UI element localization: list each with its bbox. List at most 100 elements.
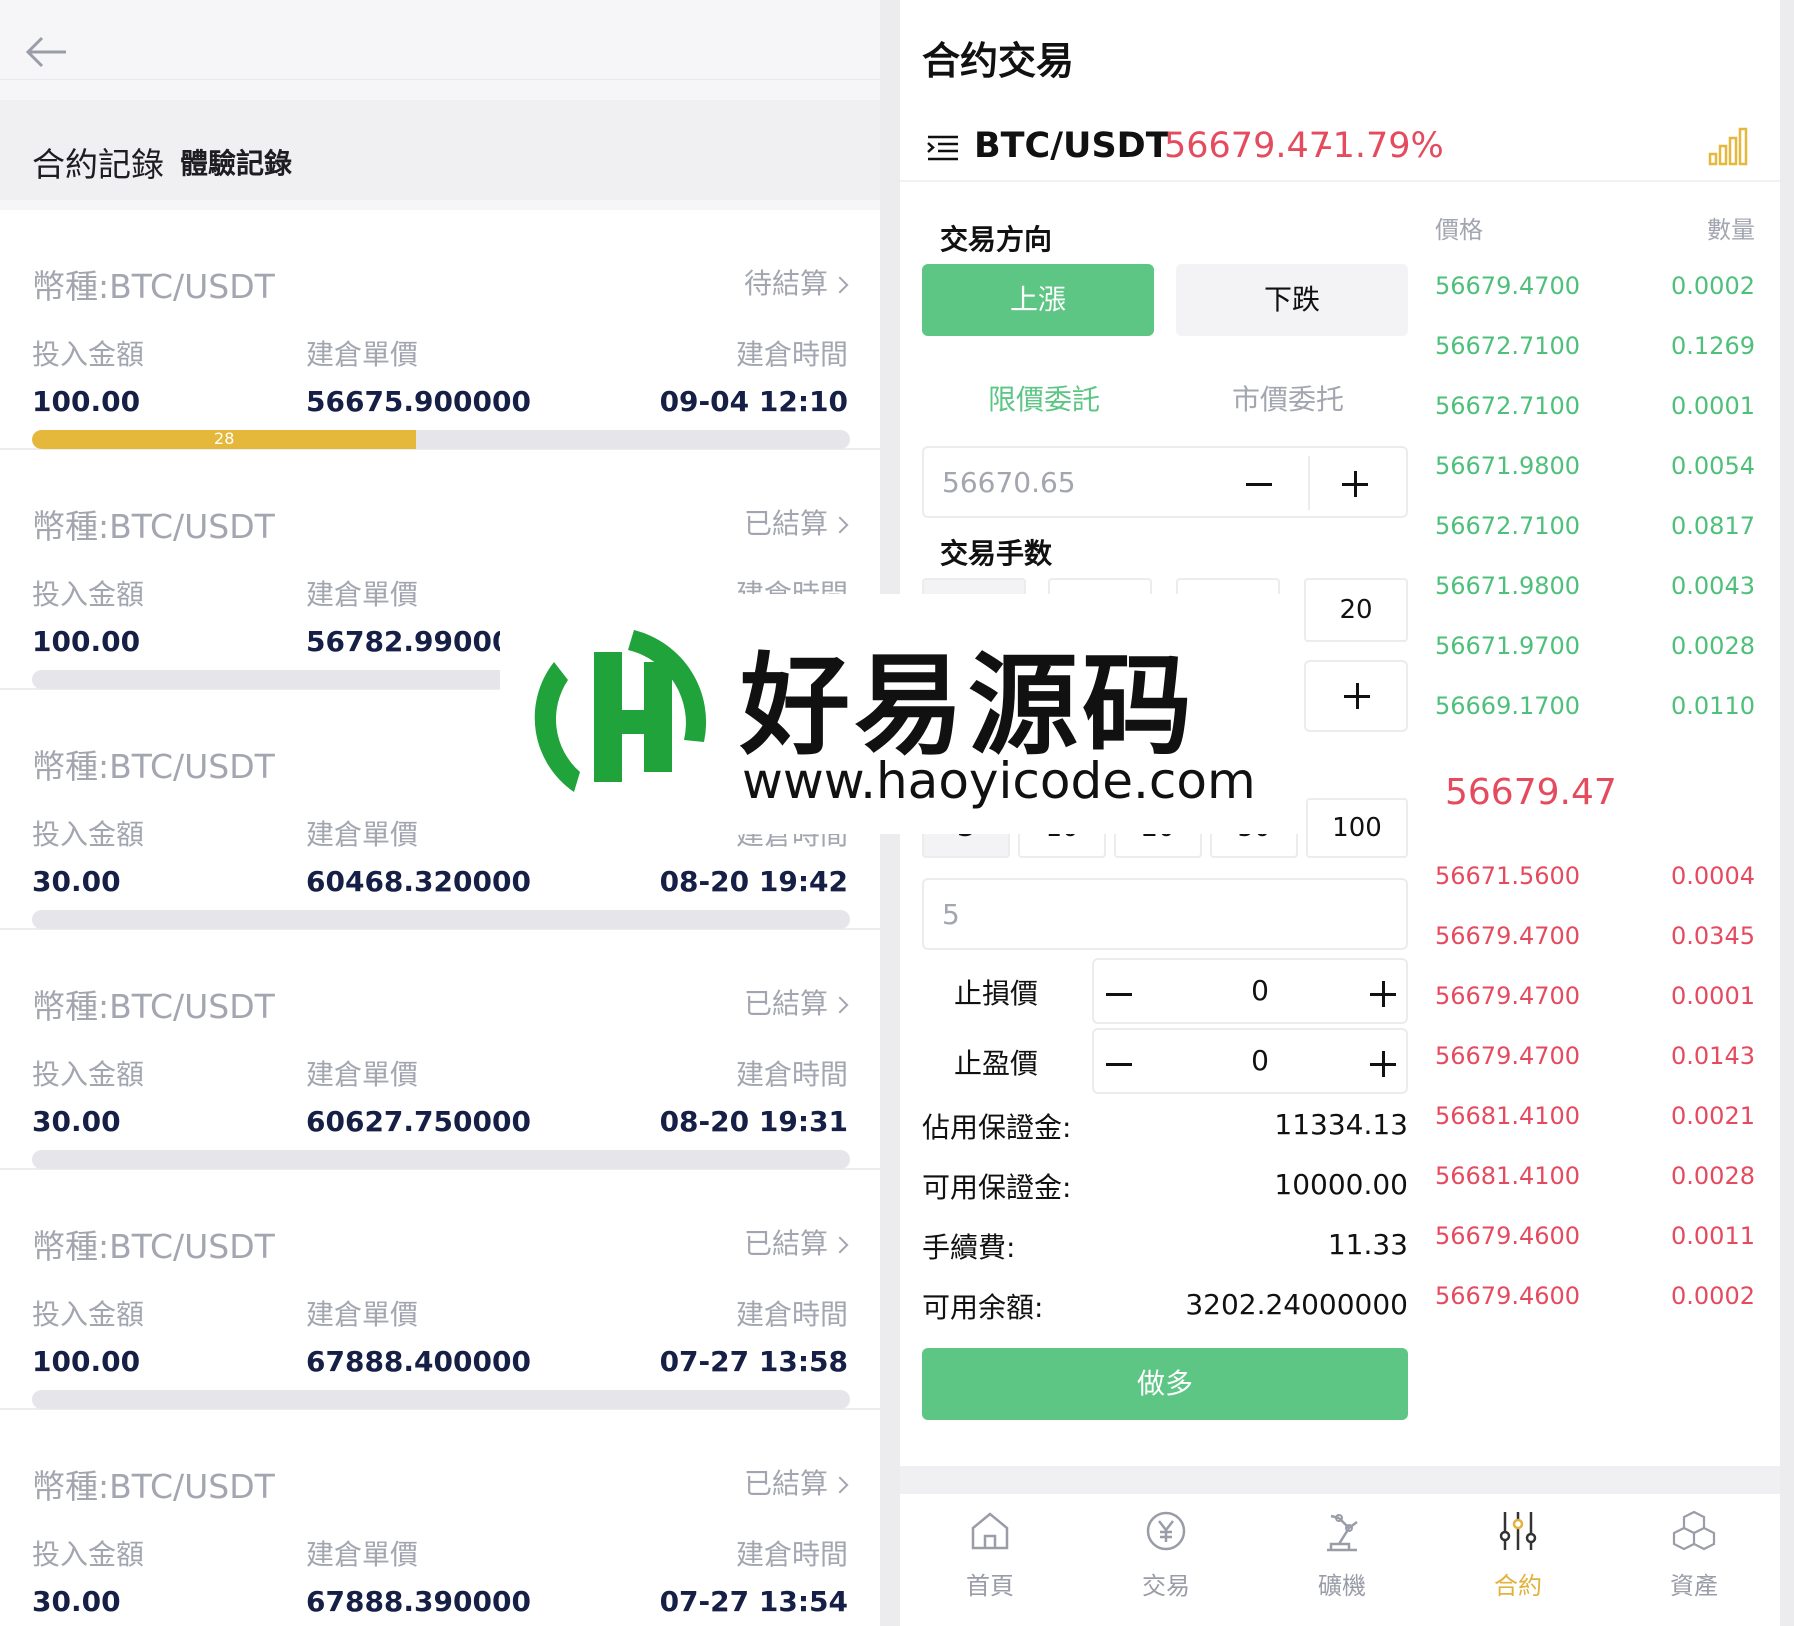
orderbook-ask-row[interactable]: 56681.4100 0.0021 xyxy=(1435,1102,1755,1142)
amount-value: 30.00 xyxy=(32,1585,121,1618)
haoyi-logo-icon xyxy=(534,630,707,792)
orderbook-bid-row[interactable]: 56671.9800 0.0043 xyxy=(1435,572,1755,612)
stop-loss-label: 止損價 xyxy=(954,977,1039,1010)
orderbook-bid-row[interactable]: 56669.1700 0.0110 xyxy=(1435,692,1755,732)
record-status[interactable]: 已結算 xyxy=(744,1462,849,1502)
record-status[interactable]: 待結算 xyxy=(744,262,849,302)
margin-used-value: 11334.13 xyxy=(1274,1108,1408,1141)
nav-divider xyxy=(900,1466,1780,1494)
price-input[interactable]: 56670.65 xyxy=(942,466,1076,499)
record-coin: 幣種:BTC/USDT xyxy=(32,747,275,786)
time-label: 建倉時間 xyxy=(735,1058,848,1091)
orderbook-bid-row[interactable]: 56671.9700 0.0028 xyxy=(1435,632,1755,672)
record-coin: 幣種:BTC/USDT xyxy=(32,1467,275,1506)
amount-value: 30.00 xyxy=(32,865,121,898)
orderbook-bid-row[interactable]: 56672.7100 0.1269 xyxy=(1435,332,1755,372)
record-card[interactable]: 幣種:BTC/USDT 已結算 投入金額 建倉單價 建倉時間 30.00 678… xyxy=(0,1410,880,1626)
orderbook-bid-row[interactable]: 56671.9800 0.0054 xyxy=(1435,452,1755,492)
orderbook-ask-row[interactable]: 56681.4100 0.0028 xyxy=(1435,1162,1755,1202)
take-profit-label: 止盈價 xyxy=(954,1047,1039,1080)
lots-input[interactable]: 5 xyxy=(942,898,960,931)
nav-trade[interactable]: 交易 xyxy=(1106,1508,1226,1601)
back-arrow-icon[interactable] xyxy=(24,34,68,70)
chevron-right-icon xyxy=(831,996,849,1014)
tab-contract-records[interactable]: 合約記錄 xyxy=(32,138,164,186)
margin-available-value: 10000.00 xyxy=(1274,1168,1408,1201)
watermark: 好易源码 www.haoyicode.com xyxy=(500,594,1300,834)
record-status[interactable]: 已結算 xyxy=(744,502,849,542)
price-stepper: 56670.65 xyxy=(922,446,1408,518)
nav-contract[interactable]: 合約 xyxy=(1458,1508,1578,1601)
time-label: 建倉時間 xyxy=(735,1538,848,1571)
record-card[interactable]: 幣種:BTC/USDT 待結算 投入金額 建倉單價 建倉時間 100.00 56… xyxy=(0,210,880,450)
pair-header: BTC/USDT 56679.47 -1.79% xyxy=(900,112,1780,182)
orderbook-bid-row[interactable]: 56672.7100 0.0817 xyxy=(1435,512,1755,552)
chevron-right-icon xyxy=(831,1476,849,1494)
tab-trial-records[interactable]: 體驗記錄 xyxy=(180,142,292,182)
record-coin: 幣種:BTC/USDT xyxy=(32,1227,275,1266)
minus-icon[interactable] xyxy=(1106,1063,1132,1066)
lots-plus-button[interactable] xyxy=(1304,660,1408,732)
amount-label: 投入金額 xyxy=(32,1538,145,1571)
yen-icon xyxy=(1146,1511,1186,1551)
record-card[interactable]: 幣種:BTC/USDT 已結算 投入金額 建倉單價 建倉時間 30.00 606… xyxy=(0,930,880,1170)
take-profit-value[interactable]: 0 xyxy=(1170,1044,1350,1077)
progress-bar xyxy=(32,910,850,929)
chevron-right-icon xyxy=(831,1236,849,1254)
sliders-icon xyxy=(1499,1512,1537,1550)
orderbook-bid-row[interactable]: 56679.4700 0.0002 xyxy=(1435,272,1755,312)
bottom-nav: 首頁 交易 礦機 合約 資產 xyxy=(900,1494,1780,1626)
nav-mining[interactable]: 礦機 xyxy=(1282,1508,1402,1601)
down-button[interactable]: 下跌 xyxy=(1176,264,1408,336)
chevron-right-icon xyxy=(831,276,849,294)
price-value: 67888.390000 xyxy=(306,1585,531,1618)
balance-label: 可用余額: xyxy=(922,1291,1044,1324)
price-label: 建倉單價 xyxy=(306,818,419,851)
minus-icon[interactable] xyxy=(1246,483,1272,486)
minus-icon[interactable] xyxy=(1106,993,1132,996)
time-value: 08-20 19:31 xyxy=(659,1105,848,1138)
left-top-bar xyxy=(0,0,880,80)
orderbook-ask-row[interactable]: 56679.4700 0.0143 xyxy=(1435,1042,1755,1082)
countdown-text: 28 xyxy=(214,430,235,448)
pair-symbol[interactable]: BTC/USDT xyxy=(974,126,1170,166)
bar-chart-icon[interactable] xyxy=(1708,126,1750,166)
stop-loss-value[interactable]: 0 xyxy=(1170,974,1350,1007)
nav-assets[interactable]: 資產 xyxy=(1634,1508,1754,1601)
go-long-button[interactable]: 做多 xyxy=(922,1348,1408,1420)
fee-label: 手續費: xyxy=(922,1231,1016,1264)
orderbook-bid-row[interactable]: 56672.7100 0.0001 xyxy=(1435,392,1755,432)
record-status[interactable]: 已結算 xyxy=(744,982,849,1022)
tab-market-order[interactable]: 市價委托 xyxy=(1232,378,1344,418)
nav-home[interactable]: 首頁 xyxy=(930,1508,1050,1601)
price-label: 建倉單價 xyxy=(306,338,419,371)
tab-limit-order[interactable]: 限價委託 xyxy=(988,378,1100,418)
progress-bar: 28 xyxy=(32,430,850,449)
page-title: 合约交易 xyxy=(922,39,1075,83)
price-label: 建倉單價 xyxy=(306,578,419,611)
orderbook-price-header: 價格 xyxy=(1435,216,1483,244)
fee-value: 11.33 xyxy=(1327,1228,1408,1261)
amount-value: 100.00 xyxy=(32,1345,141,1378)
orderbook-ask-row[interactable]: 56679.4700 0.0345 xyxy=(1435,922,1755,962)
up-button[interactable]: 上漲 xyxy=(922,264,1154,336)
record-card[interactable]: 幣種:BTC/USDT 已結算 投入金額 建倉單價 建倉時間 100.00 67… xyxy=(0,1170,880,1410)
time-label: 建倉時間 xyxy=(735,338,848,371)
orderbook-ask-row[interactable]: 56679.4700 0.0001 xyxy=(1435,982,1755,1022)
balance-value: 3202.24000000 xyxy=(1185,1288,1408,1321)
amount-label: 投入金額 xyxy=(32,1058,145,1091)
lots-quick-100[interactable]: 100 xyxy=(1306,798,1408,858)
price-label: 建倉單價 xyxy=(306,1538,419,1571)
progress-bar xyxy=(32,1390,850,1409)
lots-option[interactable]: 20 xyxy=(1304,578,1408,642)
lots-input-box: 5 xyxy=(922,878,1408,950)
record-status[interactable]: 已結算 xyxy=(744,1222,849,1262)
orderbook-ask-row[interactable]: 56671.5600 0.0004 xyxy=(1435,862,1755,902)
amount-value: 100.00 xyxy=(32,625,141,658)
time-label: 建倉時間 xyxy=(735,1298,848,1331)
orderbook-ask-row[interactable]: 56679.4600 0.0002 xyxy=(1435,1282,1755,1322)
cubes-icon xyxy=(1672,1510,1716,1551)
menu-list-icon[interactable] xyxy=(926,134,960,162)
orderbook-ask-row[interactable]: 56679.4600 0.0011 xyxy=(1435,1222,1755,1262)
price-value: 60627.750000 xyxy=(306,1105,531,1138)
